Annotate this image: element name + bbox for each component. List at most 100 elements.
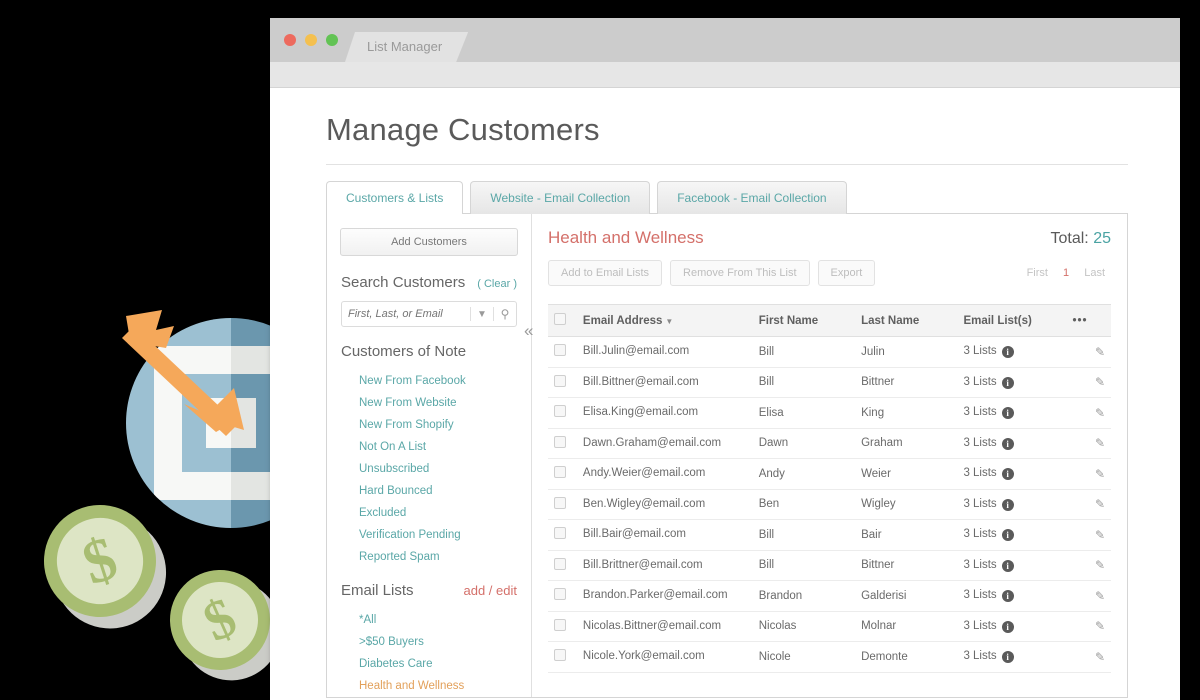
row-select-cell[interactable] (548, 367, 577, 399)
edit-pencil-icon[interactable]: ✎ (1095, 375, 1105, 389)
table-row[interactable]: Andy.Weier@email.com Andy Weier 3 Lists i ✎ (548, 458, 1111, 490)
row-select-cell[interactable] (548, 580, 577, 612)
table-row[interactable]: Elisa.King@email.com Elisa King 3 Lists i ✎ (548, 397, 1111, 429)
sidebar-item-new-from-facebook[interactable]: New From Facebook (341, 370, 517, 392)
table-row[interactable]: Bill.Bittner@email.com Bill Bittner 3 Lists… (548, 367, 1111, 399)
edit-pencil-icon[interactable]: ✎ (1095, 467, 1105, 481)
cell-edit[interactable]: ✎ (1066, 489, 1111, 521)
row-select-cell[interactable] (548, 336, 577, 368)
tab-facebook-email-collection[interactable]: Facebook - Email Collection (657, 181, 847, 214)
row-select-cell[interactable] (548, 428, 577, 460)
sidebar-item-excluded[interactable]: Excluded (341, 502, 517, 524)
add-customers-button[interactable]: Add Customers (340, 228, 518, 256)
edit-pencil-icon[interactable]: ✎ (1095, 558, 1105, 572)
cell-edit[interactable]: ✎ (1066, 580, 1111, 612)
info-icon[interactable]: i (1001, 498, 1014, 511)
sidebar-item-reported-spam[interactable]: Reported Spam (341, 546, 517, 568)
sidebar-item-unsubscribed[interactable]: Unsubscribed (341, 458, 517, 480)
maximize-window-icon[interactable] (326, 34, 338, 46)
search-input[interactable] (342, 308, 470, 320)
cell-edit[interactable]: ✎ (1066, 611, 1111, 643)
edit-pencil-icon[interactable]: ✎ (1095, 619, 1105, 633)
browser-tab[interactable]: List Manager (345, 32, 468, 62)
edit-pencil-icon[interactable]: ✎ (1095, 436, 1105, 450)
add-to-email-lists-button[interactable]: Add to Email Lists (548, 260, 663, 286)
info-icon[interactable]: i (1001, 437, 1014, 450)
row-select-cell[interactable] (548, 397, 577, 429)
cell-edit[interactable]: ✎ (1066, 397, 1111, 429)
info-icon[interactable]: i (1001, 376, 1014, 389)
info-icon[interactable]: i (1001, 346, 1014, 359)
remove-from-this-list-button[interactable]: Remove From This List (670, 260, 810, 286)
row-checkbox[interactable] (554, 618, 566, 631)
column-header-email-address[interactable]: Email Address ▼ (576, 304, 753, 337)
pagination-last[interactable]: Last (1084, 267, 1105, 279)
edit-pencil-icon[interactable]: ✎ (1095, 497, 1105, 511)
info-icon[interactable]: i (1001, 620, 1014, 633)
edit-pencil-icon[interactable]: ✎ (1095, 406, 1105, 420)
row-select-cell[interactable] (548, 519, 577, 551)
sidebar-item-all[interactable]: *All (341, 609, 517, 631)
edit-pencil-icon[interactable]: ✎ (1095, 589, 1105, 603)
cell-edit[interactable]: ✎ (1066, 641, 1111, 673)
table-row[interactable]: Bill.Julin@email.com Bill Julin 3 Lists i ✎ (548, 336, 1111, 368)
search-box[interactable]: ▼ ⚲ (341, 301, 517, 327)
search-icon[interactable]: ⚲ (494, 307, 516, 321)
cell-edit[interactable]: ✎ (1066, 458, 1111, 490)
cell-edit[interactable]: ✎ (1066, 336, 1111, 368)
sidebar-item-hard-bounced[interactable]: Hard Bounced (341, 480, 517, 502)
column-header-last-name[interactable]: Last Name (855, 304, 958, 337)
cell-edit[interactable]: ✎ (1066, 519, 1111, 551)
table-row[interactable]: Ben.Wigley@email.com Ben Wigley 3 Lists i ✎ (548, 489, 1111, 521)
edit-pencil-icon[interactable]: ✎ (1095, 345, 1105, 359)
column-header-more-options[interactable]: ••• (1066, 304, 1111, 337)
column-header-first-name[interactable]: First Name (752, 304, 856, 337)
row-checkbox[interactable] (554, 649, 566, 662)
select-all-checkbox[interactable] (554, 313, 566, 325)
email-lists-add-edit-link[interactable]: add / edit (464, 583, 518, 598)
info-icon[interactable]: i (1001, 651, 1014, 664)
table-row[interactable]: Brandon.Parker@email.com Brandon Galderisi… (548, 580, 1111, 612)
select-all-header[interactable] (548, 304, 577, 337)
row-checkbox[interactable] (554, 435, 566, 448)
window-controls[interactable] (284, 34, 338, 46)
info-icon[interactable]: i (1001, 590, 1014, 603)
chevron-down-icon[interactable]: ▼ (471, 309, 493, 320)
pagination-current-page[interactable]: 1 (1063, 267, 1069, 279)
info-icon[interactable]: i (1001, 529, 1014, 542)
row-checkbox[interactable] (554, 344, 566, 357)
sidebar-item-diabetes-care[interactable]: Diabetes Care (341, 653, 517, 675)
column-header-email-lists[interactable]: Email List(s) (957, 304, 1067, 337)
sidebar-item-new-from-shopify[interactable]: New From Shopify (341, 414, 517, 436)
info-icon[interactable]: i (1001, 407, 1014, 420)
row-checkbox[interactable] (554, 466, 566, 479)
cell-edit[interactable]: ✎ (1066, 550, 1111, 582)
row-select-cell[interactable] (548, 611, 577, 643)
sidebar-item-health-and-wellness[interactable]: Health and Wellness (341, 675, 517, 697)
row-select-cell[interactable] (548, 458, 577, 490)
row-select-cell[interactable] (548, 641, 577, 673)
sidebar-item-not-on-a-list[interactable]: Not On A List (341, 436, 517, 458)
row-checkbox[interactable] (554, 496, 566, 509)
sidebar-item-50-buyers[interactable]: >$50 Buyers (341, 631, 517, 653)
search-clear-link[interactable]: ( Clear ) (477, 278, 517, 290)
row-checkbox[interactable] (554, 588, 566, 601)
table-row[interactable]: Bill.Bair@email.com Bill Bair 3 Lists i ✎ (548, 519, 1111, 551)
row-checkbox[interactable] (554, 557, 566, 570)
sidebar-item-new-from-website[interactable]: New From Website (341, 392, 517, 414)
export-button[interactable]: Export (817, 260, 876, 286)
row-checkbox[interactable] (554, 374, 566, 387)
table-row[interactable]: Nicole.York@email.com Nicole Demonte 3 List… (548, 641, 1111, 673)
collapse-sidebar-icon[interactable]: « (524, 322, 533, 339)
sidebar-item-verification-pending[interactable]: Verification Pending (341, 524, 517, 546)
cell-edit[interactable]: ✎ (1066, 367, 1111, 399)
tab-customers-and-lists[interactable]: Customers & Lists (326, 181, 464, 215)
tab-website-email-collection[interactable]: Website - Email Collection (470, 181, 651, 214)
row-checkbox[interactable] (554, 527, 566, 540)
row-checkbox[interactable] (554, 405, 566, 418)
table-row[interactable]: Nicolas.Bittner@email.com Nicolas Molnar 3 … (548, 611, 1111, 643)
edit-pencil-icon[interactable]: ✎ (1095, 528, 1105, 542)
close-window-icon[interactable] (284, 34, 296, 46)
table-row[interactable]: Dawn.Graham@email.com Dawn Graham 3 Lists i ✎ (548, 428, 1111, 460)
minimize-window-icon[interactable] (305, 34, 317, 46)
